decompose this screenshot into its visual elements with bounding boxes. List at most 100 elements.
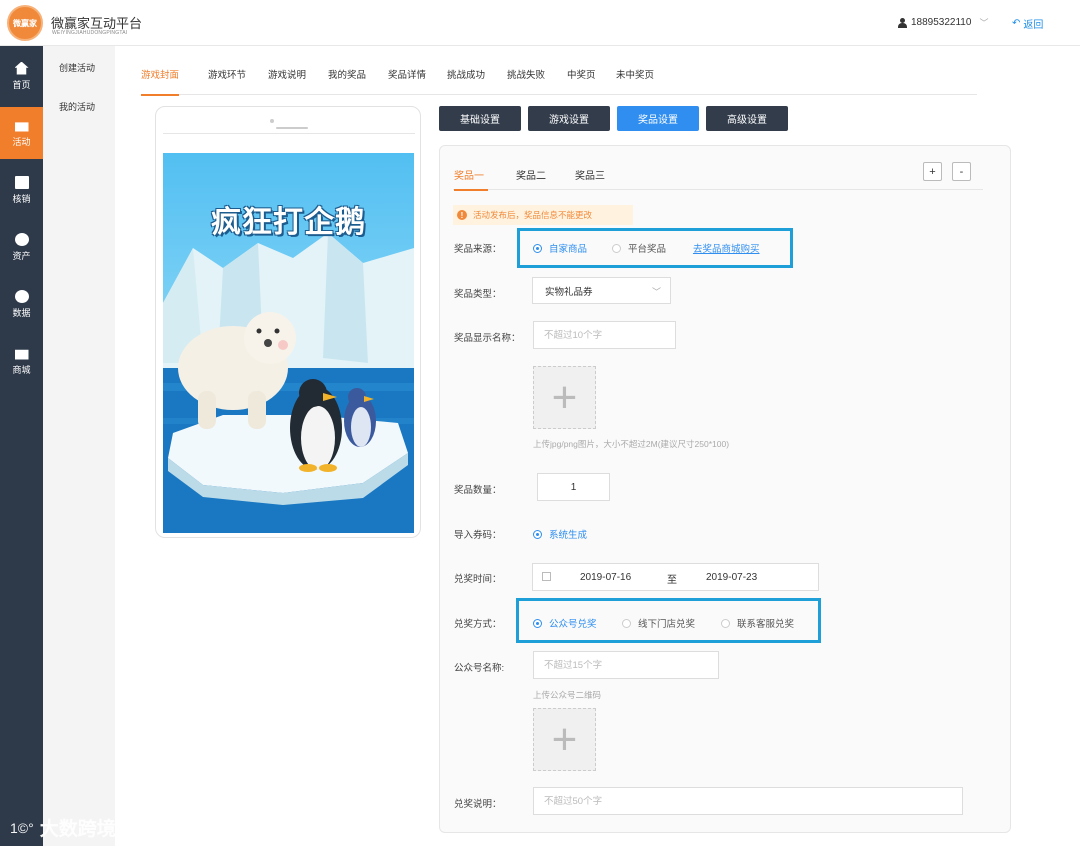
tab-prize-2[interactable]: 奖品二 bbox=[516, 167, 546, 190]
radio-dot bbox=[533, 529, 542, 539]
back-button[interactable]: ↶ 返回 bbox=[1012, 16, 1043, 31]
date-start[interactable]: 2019-07-16 bbox=[580, 572, 631, 583]
radio-official-account[interactable]: 公众号兑奖 bbox=[533, 616, 597, 630]
top-header: 微赢家 微赢家互动平台 WEIYINGJIAHUDONGPINGTAI 1889… bbox=[0, 0, 1080, 46]
user-phone: 18895322110 bbox=[911, 17, 972, 28]
sub-nav: 创建活动 我的活动 bbox=[43, 46, 115, 846]
calendar-icon bbox=[542, 572, 551, 581]
radio-label: 系统生成 bbox=[549, 530, 588, 541]
watermark: 1©° 大数跨境 bbox=[10, 814, 116, 841]
nav-label: 活动 bbox=[12, 136, 31, 147]
radio-dot bbox=[612, 243, 621, 253]
tab-game-rules[interactable]: 游戏说明 bbox=[268, 67, 306, 95]
phone-speaker bbox=[276, 127, 308, 129]
radio-dot bbox=[533, 618, 542, 628]
tab-lose-page[interactable]: 未中奖页 bbox=[616, 67, 654, 95]
radio-label: 自家商品 bbox=[549, 244, 588, 255]
radio-own-product[interactable]: 自家商品 bbox=[533, 241, 587, 255]
redeem-desc-input[interactable] bbox=[533, 787, 963, 815]
tab-prize-1[interactable]: 奖品一 bbox=[454, 167, 488, 191]
type-label: 奖品类型： bbox=[454, 289, 502, 300]
nav-label: 核销 bbox=[12, 193, 31, 204]
account-name-input[interactable] bbox=[533, 651, 719, 679]
radio-label: 线下门店兑奖 bbox=[638, 619, 696, 630]
subnav-my-activity[interactable]: 我的活动 bbox=[59, 100, 95, 113]
page-tabs: 游戏封面 游戏环节 游戏说明 我的奖品 奖品详情 挑战成功 挑战失败 中奖页 未… bbox=[141, 67, 977, 96]
game-title: 疯狂打企鹅 bbox=[211, 205, 366, 240]
nav-item-verify[interactable]: 核销 bbox=[0, 164, 43, 216]
nav-item-data[interactable]: 数据 bbox=[0, 278, 43, 330]
undo-icon: ↶ bbox=[1012, 18, 1021, 29]
subnav-create-activity[interactable]: 创建活动 bbox=[59, 61, 95, 74]
date-separator: 至 bbox=[667, 575, 677, 586]
home-icon bbox=[14, 61, 29, 75]
brand-logo[interactable]: 微赢家 bbox=[7, 5, 43, 41]
nav-item-home[interactable]: 首页 bbox=[0, 50, 43, 102]
plus-icon: + bbox=[551, 372, 578, 422]
tab-game-cover[interactable]: 游戏封面 bbox=[141, 67, 180, 96]
upload-hint: 上传jpg/png图片，大小不超过2M(建议尺寸250*100) bbox=[533, 439, 730, 449]
gift-icon bbox=[14, 122, 29, 132]
prize-name-input[interactable] bbox=[533, 321, 676, 349]
method-label: 兑奖方式： bbox=[454, 619, 502, 630]
redeem-date-range[interactable]: 2019-07-16 至 2019-07-23 bbox=[532, 563, 819, 591]
radio-label: 平台奖品 bbox=[628, 244, 667, 255]
prize-tabs: 奖品一 奖品二 奖品三 bbox=[453, 162, 983, 191]
tab-prize-3[interactable]: 奖品三 bbox=[575, 167, 605, 190]
code-label: 导入券码： bbox=[454, 530, 502, 541]
warning-notice: ! 活动发布后，奖品信息不能更改 bbox=[453, 205, 633, 225]
tab-game-stage[interactable]: 游戏环节 bbox=[208, 67, 246, 95]
watermark-mark: 1©° bbox=[10, 819, 34, 836]
prize-quantity-input[interactable] bbox=[537, 473, 610, 501]
radio-dot bbox=[533, 243, 542, 253]
store-icon bbox=[14, 349, 29, 360]
prize-type-value: 实物礼品券 bbox=[545, 286, 593, 298]
nav-label: 首页 bbox=[12, 79, 31, 90]
prize-store-link[interactable]: 去奖品商城购买 bbox=[693, 241, 760, 255]
tab-my-prizes[interactable]: 我的奖品 bbox=[328, 67, 366, 95]
remove-prize-button[interactable]: - bbox=[952, 162, 971, 181]
plus-icon: + bbox=[551, 714, 578, 764]
chevron-down-icon: ﹀ bbox=[979, 18, 989, 28]
prize-image-upload[interactable]: + bbox=[533, 366, 596, 429]
radio-label: 联系客服兑奖 bbox=[737, 619, 795, 630]
pie-icon bbox=[14, 289, 29, 303]
prize-type-select[interactable]: 实物礼品券 ﹀ bbox=[532, 277, 671, 304]
document-icon bbox=[14, 175, 29, 189]
add-prize-button[interactable]: + bbox=[923, 162, 942, 181]
brand-subtitle: WEIYINGJIAHUDONGPINGTAI bbox=[52, 30, 128, 36]
time-label: 兑奖时间： bbox=[454, 574, 502, 585]
date-end[interactable]: 2019-07-23 bbox=[706, 572, 757, 583]
name-label: 奖品显示名称： bbox=[454, 333, 521, 344]
radio-dot bbox=[622, 618, 631, 628]
nav-item-store[interactable]: 商城 bbox=[0, 335, 43, 387]
logo-text: 微赢家 bbox=[13, 18, 37, 28]
tab-prize-detail[interactable]: 奖品详情 bbox=[388, 67, 426, 95]
advanced-settings-button[interactable]: 高级设置 bbox=[706, 106, 788, 131]
tab-challenge-success[interactable]: 挑战成功 bbox=[447, 67, 485, 95]
prize-settings-button[interactable]: 奖品设置 bbox=[617, 106, 699, 131]
nav-label: 商城 bbox=[12, 364, 31, 375]
qr-hint: 上传公众号二维码 bbox=[533, 690, 602, 700]
left-nav: 首页 活动 核销 资产 数据 商城 bbox=[0, 46, 43, 846]
radio-system-generate[interactable]: 系统生成 bbox=[533, 527, 587, 541]
radio-dot bbox=[721, 618, 730, 628]
qr-code-upload[interactable]: + bbox=[533, 708, 596, 771]
nav-label: 数据 bbox=[12, 307, 31, 318]
tab-challenge-fail[interactable]: 挑战失败 bbox=[507, 67, 545, 95]
back-label: 返回 bbox=[1023, 20, 1044, 31]
basic-settings-button[interactable]: 基础设置 bbox=[439, 106, 521, 131]
nav-item-activity[interactable]: 活动 bbox=[0, 107, 43, 159]
tab-win-page[interactable]: 中奖页 bbox=[567, 67, 596, 95]
radio-platform-prize[interactable]: 平台奖品 bbox=[612, 241, 666, 255]
phone-camera bbox=[270, 119, 274, 123]
account-label: 公众号名称: bbox=[454, 663, 505, 674]
nav-item-assets[interactable]: 资产 bbox=[0, 221, 43, 273]
radio-offline-store[interactable]: 线下门店兑奖 bbox=[622, 616, 695, 630]
source-label: 奖品来源： bbox=[454, 244, 502, 255]
user-menu[interactable]: 18895322110 ﹀ bbox=[898, 16, 988, 29]
radio-contact-service[interactable]: 联系客服兑奖 bbox=[721, 616, 794, 630]
radio-label: 公众号兑奖 bbox=[549, 619, 597, 630]
game-settings-button[interactable]: 游戏设置 bbox=[528, 106, 610, 131]
desc-label: 兑奖说明： bbox=[454, 799, 502, 810]
